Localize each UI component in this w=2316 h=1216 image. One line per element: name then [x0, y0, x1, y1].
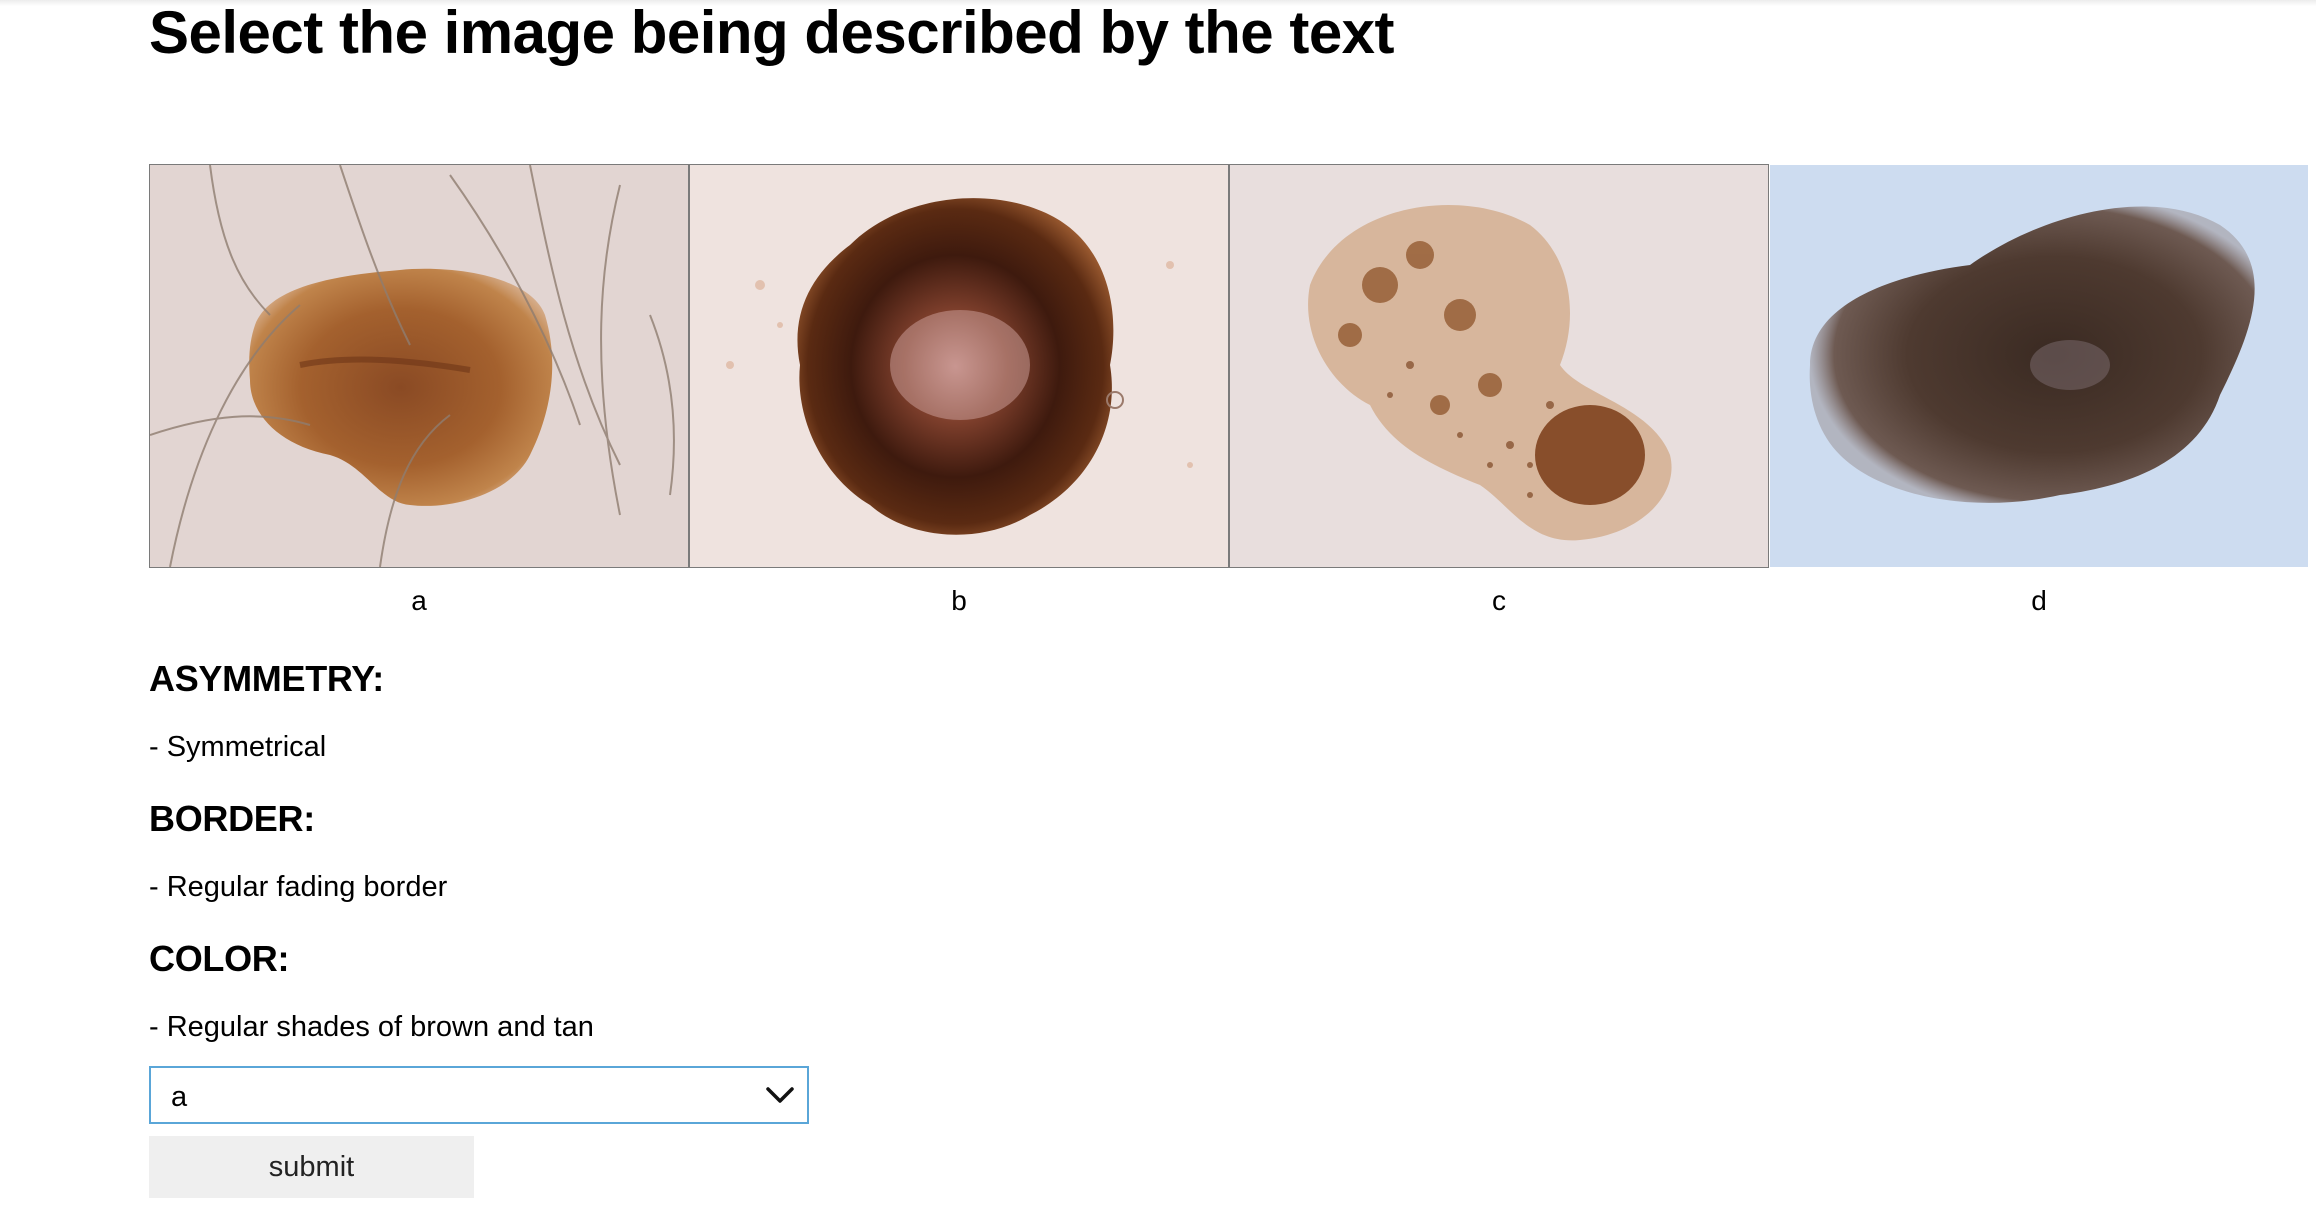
submit-button[interactable]: submit: [149, 1136, 474, 1198]
lesion-image-c[interactable]: [1229, 164, 1769, 568]
option-label-a: a: [411, 585, 427, 616]
page-title: Select the image being described by the …: [149, 0, 1395, 66]
criterion-heading: ASYMMETRY:: [149, 658, 384, 699]
answer-select[interactable]: a: [149, 1066, 809, 1124]
criterion-asymmetry: ASYMMETRY: - Symmetrical: [149, 652, 1349, 792]
chevron-down-icon: [766, 1087, 794, 1103]
image-option-b[interactable]: b: [689, 164, 1229, 618]
lesion-image-b[interactable]: [689, 164, 1229, 568]
criterion-value: - Symmetrical: [149, 731, 327, 763]
image-options-gallery: a b c d: [149, 164, 2309, 618]
criterion-border: BORDER: - Regular fading border: [149, 792, 1349, 932]
option-label-b: b: [951, 585, 967, 616]
lesion-image-a[interactable]: [149, 164, 689, 568]
lesion-image-d[interactable]: [1769, 164, 2309, 568]
image-option-a[interactable]: a: [149, 164, 689, 618]
criterion-value: - Regular shades of brown and tan: [149, 1011, 594, 1043]
image-option-d[interactable]: d: [1769, 164, 2309, 618]
answer-select-value: a: [171, 1081, 188, 1113]
image-option-c[interactable]: c: [1229, 164, 1769, 618]
criterion-color: COLOR: - Regular shades of brown and tan: [149, 932, 1349, 1072]
description-text: ASYMMETRY: - Symmetrical BORDER: - Regul…: [149, 652, 1349, 1072]
criterion-heading: BORDER:: [149, 798, 315, 839]
criterion-value: - Regular fading border: [149, 871, 448, 903]
criterion-heading: COLOR:: [149, 938, 290, 979]
option-label-d: d: [2031, 585, 2047, 616]
option-label-c: c: [1492, 585, 1506, 616]
